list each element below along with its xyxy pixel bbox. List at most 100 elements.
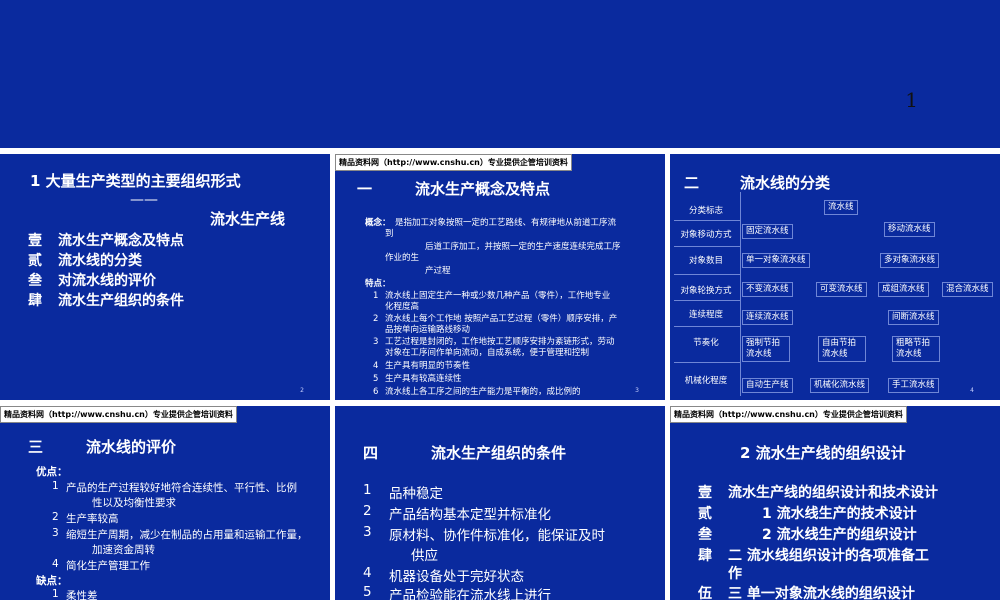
slide-page-number: 3 (635, 387, 639, 394)
concept-label: 概念： (365, 218, 391, 228)
slide-heading: 流水生产组织的条件 (431, 444, 567, 462)
row-divider (674, 362, 740, 363)
concept-text: 是指加工对象按照一定的工艺路线、有规律地从前道工序流 (395, 218, 617, 228)
row-label: 分类标志 (688, 206, 723, 216)
node-box: 混合流水线 (942, 282, 993, 297)
condition-text: 产品检验能在流水线上进行 (389, 588, 551, 600)
heading-num: 一 (357, 180, 373, 198)
pro-num: 2 (52, 511, 59, 523)
heading-num: 四 (363, 444, 379, 462)
node-box: 自由节拍流水线 (818, 336, 866, 362)
slide-heading: 流水线的分类 (740, 174, 831, 192)
feature-text: 工艺过程是封闭的，工作地按工艺顺序安排为紊链形式，劳动 (385, 337, 615, 347)
slide-evaluation: 精品资料网（http://www.cnshu.cn）专业提供企管培训资料 三 流… (0, 406, 330, 600)
feature-text: 生产具有较高连续性 (385, 374, 462, 384)
divider-line (740, 192, 741, 396)
con-text: 柔性差 (66, 590, 98, 600)
condition-text: 供应 (411, 548, 438, 564)
slide-concept: 精品资料网（http://www.cnshu.cn）专业提供企管培训资料 一 流… (335, 154, 665, 400)
slide-design: 精品资料网（http://www.cnshu.cn）专业提供企管培训资料 2 流… (670, 406, 1000, 600)
slide-subtitle: 流水生产线 (210, 210, 286, 228)
row-label: 对象数目 (688, 256, 723, 266)
node-box: 单一对象流水线 (742, 253, 810, 268)
source-banner: 精品资料网（http://www.cnshu.cn）专业提供企管培训资料 (670, 406, 907, 423)
slide-contents: 1 大量生产类型的主要组织形式 —— 流水生产线 壹 流水生产概念及特点 贰 流… (0, 154, 330, 400)
feature-num: 4 (373, 361, 379, 371)
con-num: 1 (52, 588, 59, 600)
condition-num: 2 (363, 503, 372, 519)
node-box: 粗略节拍流水线 (892, 336, 940, 362)
row-label: 连续程度 (688, 310, 723, 320)
node-box: 移动流水线 (884, 222, 935, 237)
cons-label: 缺点： (36, 575, 68, 587)
condition-num: 5 (363, 584, 372, 600)
condition-text: 原材料、协作件标准化，能保证及时 (389, 528, 605, 544)
slide-page-number: 2 (300, 387, 304, 394)
concept-text: 到 (385, 229, 394, 239)
slide-classification: 二 流水线的分类 分类标志 对象移动方式 对象数目 对象轮换方式 连续程度 节奏… (670, 154, 1000, 400)
slide-top: 1 (0, 0, 1000, 148)
concept-text: 产过程 (425, 266, 451, 276)
row-divider (674, 246, 740, 247)
item-text: 1 流水线生产的技术设计 (762, 506, 917, 522)
item-num: 壹 (698, 485, 712, 501)
concept-text: 作业的生 (385, 253, 420, 263)
source-banner: 精品资料网（http://www.cnshu.cn）专业提供企管培训资料 (0, 406, 237, 423)
item-text: 流水生产组织的条件 (58, 293, 184, 309)
condition-text: 产品结构基本定型并标准化 (389, 507, 551, 523)
condition-num: 4 (363, 565, 372, 581)
row-divider (674, 300, 740, 301)
feature-text: 对象在工序间作单向流动，自成系统，便于管理和控制 (385, 348, 590, 358)
node-box: 机械化流水线 (810, 378, 870, 393)
slide-heading: 2 流水生产线的组织设计 (740, 444, 906, 462)
node-box: 间断流水线 (888, 310, 939, 325)
row-divider (674, 326, 740, 327)
feature-num: 1 (373, 291, 379, 301)
row-label: 机械化程度 (684, 376, 728, 386)
item-text: 2 流水线生产的组织设计 (762, 527, 917, 543)
features-label: 特点： (365, 279, 391, 289)
node-box: 多对象流水线 (880, 253, 940, 268)
condition-num: 3 (363, 524, 372, 540)
pro-num: 4 (52, 558, 59, 570)
heading-num: 二 (684, 174, 700, 192)
node-box: 可变流水线 (816, 282, 867, 297)
item-num: 贰 (28, 253, 42, 269)
item-text: 作 (728, 566, 742, 582)
item-text: 对流水线的评价 (58, 273, 156, 289)
pro-text: 产品的生产过程较好地符合连续性、平行性、比例 (66, 482, 297, 494)
heading-num: 三 (28, 438, 44, 456)
node-box: 强制节拍流水线 (742, 336, 790, 362)
title-dash: —— (130, 192, 158, 208)
row-label: 对象移动方式 (680, 230, 732, 240)
feature-text: 品按单向运输路线移动 (385, 325, 471, 335)
row-label: 对象轮换方式 (680, 286, 732, 296)
pro-text: 简化生产管理工作 (66, 560, 150, 572)
feature-text: 流水线上各工序之间的生产能力是平衡的，成比例的 (385, 387, 581, 397)
feature-num: 5 (373, 374, 379, 384)
node-box: 固定流水线 (742, 224, 793, 239)
node-box: 成组流水线 (878, 282, 929, 297)
pro-num: 3 (52, 527, 59, 539)
source-banner: 精品资料网（http://www.cnshu.cn）专业提供企管培训资料 (335, 154, 572, 171)
concept-text: 后道工序加工，并按照一定的生产速度连续完成工序 (425, 242, 621, 252)
row-divider (674, 274, 740, 275)
feature-num: 3 (373, 337, 379, 347)
feature-num: 2 (373, 314, 379, 324)
node-box: 不变流水线 (742, 282, 793, 297)
item-text: 二 流水线组织设计的各项准备工 (728, 548, 929, 564)
item-num: 伍 (698, 586, 712, 600)
condition-num: 1 (363, 482, 372, 498)
feature-text: 流水线上固定生产一种或少数几种产品（零件），工作地专业 (385, 291, 611, 301)
item-text: 流水生产概念及特点 (58, 233, 184, 249)
feature-text: 生产具有明显的节奏性 (385, 361, 471, 371)
item-num: 肆 (28, 293, 42, 309)
slide-heading: 流水线的评价 (86, 438, 177, 456)
item-text: 流水生产线的组织设计和技术设计 (728, 485, 938, 501)
page-number: 1 (905, 88, 918, 112)
pro-text: 缩短生产周期，减少在制品的占用量和运输工作量， (66, 529, 308, 541)
slide-heading: 流水生产概念及特点 (415, 180, 551, 198)
condition-text: 机器设备处于完好状态 (389, 569, 524, 585)
item-num: 叁 (698, 527, 712, 543)
pro-num: 1 (52, 480, 59, 492)
